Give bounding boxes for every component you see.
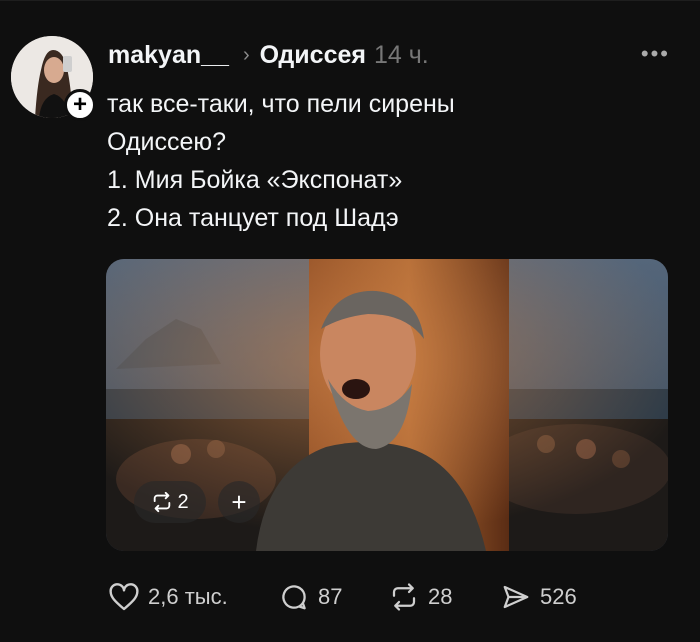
post-text-line: 1. Мия Бойка «Экспонат» xyxy=(107,166,403,194)
post-text-line: 2. Она танцует под Шадэ xyxy=(107,204,399,232)
repost-icon xyxy=(154,491,171,513)
like-button[interactable]: 2,6 тыс. xyxy=(108,582,278,612)
action-bar: 2,6 тыс. 87 28 526 xyxy=(108,579,577,615)
chevron-right-icon: › xyxy=(242,43,250,66)
repost-count: 28 xyxy=(428,584,453,609)
reply-button[interactable]: 87 xyxy=(278,582,388,612)
like-count: 2,6 тыс. xyxy=(148,584,228,609)
share-count: 526 xyxy=(540,584,577,609)
repost-icon xyxy=(392,583,416,611)
heart-icon xyxy=(109,583,139,611)
share-button[interactable]: 526 xyxy=(500,582,577,612)
post-header: makyan__ › Одиссея 14 ч. xyxy=(108,37,429,73)
thread-post: + makyan__ › Одиссея 14 ч. ••• так все-т… xyxy=(0,0,700,642)
repost-count-chip[interactable]: 2 xyxy=(134,481,206,523)
post-text: так все-таки, что пели сирены Одиссею? 1… xyxy=(107,85,667,237)
reply-count: 87 xyxy=(318,584,343,609)
post-time: 14 ч. xyxy=(373,40,429,69)
post-text-line: так все-таки, что пели сирены xyxy=(107,90,455,118)
post-text-line: Одиссею? xyxy=(107,128,227,156)
follow-plus-icon[interactable]: + xyxy=(64,89,96,121)
send-icon xyxy=(503,585,529,609)
more-options-icon[interactable]: ••• xyxy=(641,41,670,67)
comment-bubble-icon xyxy=(282,585,306,610)
repost-chip-count: 2 xyxy=(177,490,189,513)
username[interactable]: makyan__ xyxy=(108,41,229,70)
add-button[interactable]: + xyxy=(218,481,260,523)
community-link[interactable]: Одиссея xyxy=(260,41,366,70)
repost-button[interactable]: 28 xyxy=(388,582,500,612)
